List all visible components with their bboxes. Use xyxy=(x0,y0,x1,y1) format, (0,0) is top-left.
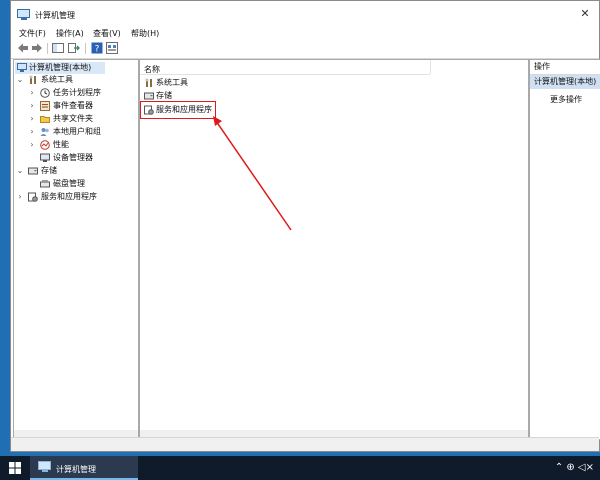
taskbar: 计算机管理 ⌃ ⊕ ◁× xyxy=(0,456,600,480)
system-tray-icons[interactable]: ⌃ ⊕ ◁× xyxy=(555,462,594,473)
taskbar-app-label: 计算机管理 xyxy=(56,465,96,474)
computer-management-icon xyxy=(38,461,51,472)
windows-start-icon[interactable] xyxy=(9,462,21,474)
annotation-arrow xyxy=(213,116,292,231)
taskbar-app-computer-management[interactable]: 计算机管理 xyxy=(30,456,138,480)
